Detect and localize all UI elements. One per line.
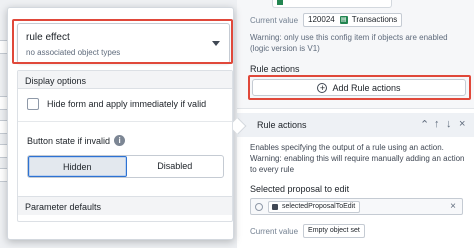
variable-icon (255, 203, 263, 211)
current-value-row: Current value 120024 ▤ Transactions (250, 13, 403, 27)
clear-icon[interactable]: × (450, 201, 456, 212)
chevron-up-icon[interactable]: ⌃ (420, 118, 429, 131)
button-state-segmented-control: Hidden Disabled (27, 155, 224, 178)
button-state-label-row: Button state if invalid i (27, 135, 126, 146)
hide-form-checkbox[interactable] (27, 98, 39, 110)
option-disabled[interactable]: Disabled (127, 156, 224, 177)
card-current-value-row: Current value Empty object set (250, 224, 365, 238)
option-hidden[interactable]: Hidden (28, 156, 127, 177)
rule-effect-select[interactable]: rule effect no associated object types (17, 23, 230, 64)
object-icon: ▤ (339, 16, 348, 24)
hide-form-label: Hide form and apply immediately if valid (47, 99, 207, 109)
selected-proposal-label: Selected proposal to edit (250, 184, 350, 194)
rule-effect-select-value: rule effect (26, 32, 70, 43)
selected-proposal-field[interactable]: selectedProposalToEdit × (250, 198, 463, 215)
rule-actions-card: Rule actions ⌃ ↑ ↓ × Enables specifying … (237, 108, 474, 248)
arrow-down-icon[interactable]: ↓ (446, 118, 452, 130)
display-options-header: Display options (18, 71, 232, 89)
add-rule-actions-button[interactable]: + Add Rule actions (252, 79, 466, 96)
current-value-label: Current value (250, 15, 299, 25)
hide-form-row[interactable]: Hide form and apply immediately if valid (27, 98, 206, 110)
display-options-section: Display options Hide form and apply imme… (17, 70, 233, 202)
proposal-chip[interactable]: selectedProposalToEdit (268, 201, 361, 213)
object-chip-top (272, 0, 392, 8)
current-value-id: 120024 (308, 15, 335, 24)
arrow-up-icon[interactable]: ↑ (434, 118, 440, 130)
rule-actions-label: Rule actions (250, 64, 300, 74)
parameter-defaults-header: Parameter defaults (18, 197, 232, 215)
rule-actions-card-header[interactable]: Rule actions ⌃ ↑ ↓ × (237, 113, 474, 137)
card-current-value-label: Current value (250, 226, 299, 236)
current-value-type: Transactions (351, 15, 398, 24)
config-warning: Warning: only use this config item if ob… (250, 33, 448, 53)
button-state-label: Button state if invalid (27, 135, 111, 146)
rule-effect-popover: rule effect no associated object types D… (7, 7, 247, 240)
rule-actions-card-title: Rule actions (257, 120, 307, 130)
divider (18, 121, 232, 122)
current-value-tag[interactable]: 120024 ▤ Transactions (303, 13, 403, 27)
info-icon[interactable]: i (114, 135, 126, 146)
object-icon (277, 0, 283, 5)
chevron-down-icon (212, 41, 220, 46)
card-current-value-tag: Empty object set (303, 224, 365, 238)
rule-effect-select-subtitle: no associated object types (26, 48, 121, 57)
rule-actions-description: Enables specifying the output of a rule … (250, 143, 465, 174)
plus-circle-icon: + (317, 82, 328, 93)
add-rule-actions-label: Add Rule actions (332, 82, 401, 93)
close-icon[interactable]: × (459, 118, 465, 130)
parameter-defaults-section[interactable]: Parameter defaults (17, 196, 233, 222)
